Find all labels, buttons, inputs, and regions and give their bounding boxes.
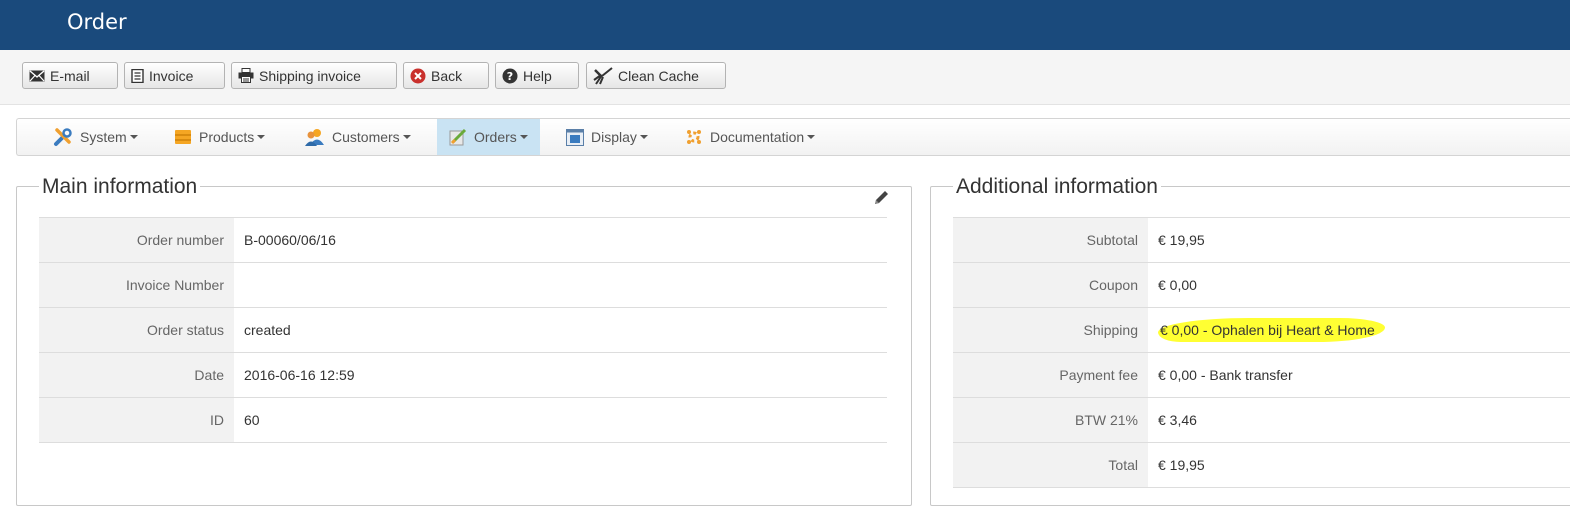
help-button[interactable]: ? Help: [495, 62, 579, 89]
additional-information-panel: Additional information Subtotal € 19,95 …: [930, 174, 1570, 506]
table-row: Order status created: [39, 307, 887, 353]
email-button-label: E-mail: [50, 67, 90, 84]
main-information-panel: Main information Order number B-00060/06…: [16, 174, 912, 506]
help-circle-icon: ?: [502, 68, 518, 83]
back-button[interactable]: Back: [403, 62, 489, 89]
additional-information-table: Subtotal € 19,95 Coupon € 0,00 Shipping …: [953, 217, 1570, 488]
page-header: Order: [0, 0, 1570, 50]
row-value: 60: [234, 397, 887, 443]
main-information-legend: Main information: [39, 174, 201, 200]
toolbar: E-mail Invoice Shipping invoice Back ? H…: [0, 50, 1570, 105]
chevron-down-icon: [257, 135, 266, 139]
row-label: BTW 21%: [953, 397, 1148, 443]
table-row: Invoice Number: [39, 262, 887, 308]
help-button-label: Help: [523, 67, 552, 84]
email-button[interactable]: E-mail: [22, 62, 118, 89]
table-row: Total € 19,95: [953, 442, 1570, 488]
back-button-label: Back: [431, 67, 463, 84]
row-label: Shipping: [953, 307, 1148, 353]
shipping-highlight: € 0,00 - Ophalen bij Heart & Home: [1158, 318, 1385, 342]
display-icon: [566, 128, 584, 146]
table-row: ID 60: [39, 397, 887, 443]
wrench-icon: [54, 128, 72, 146]
svg-text:?: ?: [507, 70, 513, 83]
row-label: Subtotal: [953, 217, 1148, 263]
row-value: € 19,95: [1148, 442, 1570, 488]
clean-cache-button[interactable]: Clean Cache: [586, 62, 726, 89]
box-icon: [175, 130, 191, 144]
table-row: BTW 21% € 3,46: [953, 397, 1570, 443]
row-value: created: [234, 307, 887, 353]
menu-item-orders[interactable]: Orders: [437, 119, 540, 155]
invoice-button-label: Invoice: [149, 67, 194, 84]
table-row: Date 2016-06-16 12:59: [39, 352, 887, 398]
shipping-invoice-button[interactable]: Shipping invoice: [231, 62, 397, 89]
row-label: Order status: [39, 307, 234, 353]
menu-item-customers[interactable]: Customers: [303, 119, 411, 155]
menu-item-products[interactable]: Products: [174, 119, 266, 155]
menu-item-system[interactable]: System: [53, 119, 138, 155]
additional-information-legend: Additional information: [953, 174, 1161, 200]
shipping-invoice-button-label: Shipping invoice: [259, 67, 361, 84]
menu-item-customers-label: Customers: [332, 129, 400, 145]
menu-item-display[interactable]: Display: [566, 119, 648, 155]
row-value: € 3,46: [1148, 397, 1570, 443]
row-value: 2016-06-16 12:59: [234, 352, 887, 398]
row-label: ID: [39, 397, 234, 443]
chevron-down-icon: [639, 135, 648, 139]
table-row: Payment fee € 0,00 - Bank transfer: [953, 352, 1570, 398]
row-label: Payment fee: [953, 352, 1148, 398]
document-icon: [131, 68, 144, 83]
table-row: Coupon € 0,00: [953, 262, 1570, 308]
menu-item-system-label: System: [80, 129, 127, 145]
chevron-down-icon: [402, 135, 411, 139]
chevron-down-icon: [519, 135, 528, 139]
row-value: € 0,00: [1148, 262, 1570, 308]
menu-item-display-label: Display: [591, 129, 637, 145]
users-icon: [305, 129, 324, 146]
chevron-down-icon: [807, 135, 816, 139]
menu-item-documentation[interactable]: Documentation: [685, 119, 816, 155]
pencil-icon[interactable]: [872, 189, 890, 207]
cancel-circle-icon: [410, 68, 426, 83]
main-information-table: Order number B-00060/06/16 Invoice Numbe…: [39, 217, 887, 443]
invoice-button[interactable]: Invoice: [124, 62, 225, 89]
row-label: Coupon: [953, 262, 1148, 308]
documentation-icon: [687, 130, 701, 144]
row-value: [234, 262, 887, 308]
chevron-down-icon: [129, 135, 138, 139]
menu-item-products-label: Products: [199, 129, 255, 145]
printer-icon: [238, 68, 254, 83]
clean-cache-button-label: Clean Cache: [618, 67, 699, 84]
menu-item-orders-label: Orders: [474, 129, 517, 145]
row-label: Invoice Number: [39, 262, 234, 308]
envelope-icon: [29, 69, 45, 81]
table-row: Subtotal € 19,95: [953, 217, 1570, 263]
row-value: B-00060/06/16: [234, 217, 887, 263]
menu-item-documentation-label: Documentation: [710, 129, 805, 145]
orders-icon: [449, 128, 467, 146]
row-value: € 19,95: [1148, 217, 1570, 263]
row-value-cell: € 0,00 - Ophalen bij Heart & Home: [1148, 307, 1570, 353]
main-menu: System Products Customers Orders Display…: [16, 118, 1570, 156]
broom-icon: [593, 66, 613, 85]
table-row: Order number B-00060/06/16: [39, 217, 887, 263]
page-title: Order: [67, 10, 127, 34]
row-label: Total: [953, 442, 1148, 488]
row-label: Date: [39, 352, 234, 398]
row-value: € 0,00 - Bank transfer: [1148, 352, 1570, 398]
table-row: Shipping € 0,00 - Ophalen bij Heart & Ho…: [953, 307, 1570, 353]
row-label: Order number: [39, 217, 234, 263]
